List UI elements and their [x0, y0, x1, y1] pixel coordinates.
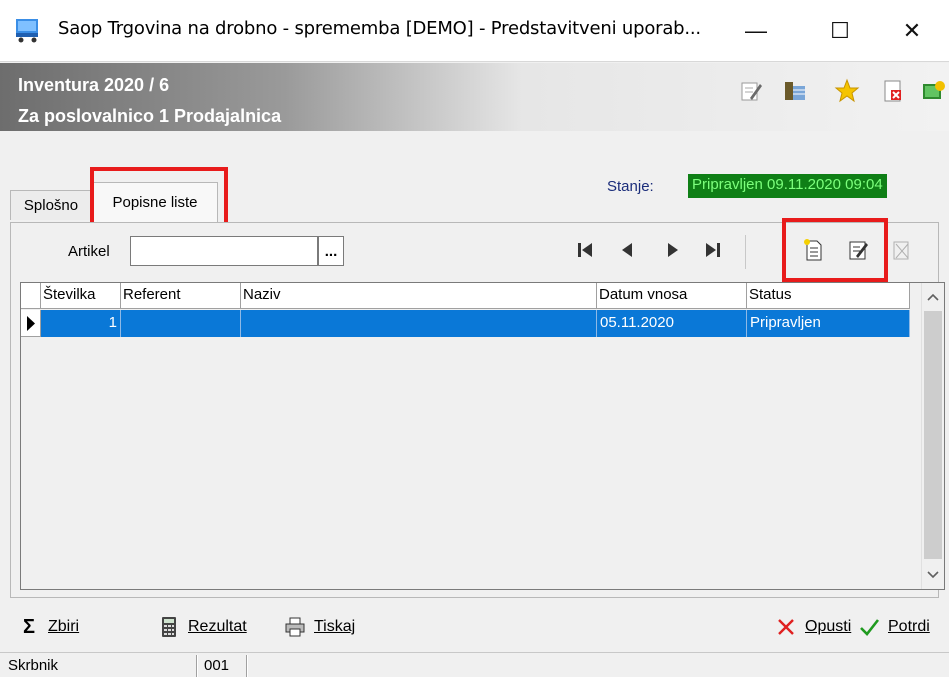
- column-header-stevilka[interactable]: Številka: [41, 283, 121, 309]
- statusbar-separator: [196, 655, 198, 677]
- status-badge: Pripravljen 09.11.2020 09:04: [688, 174, 887, 198]
- calculator-icon: [162, 617, 176, 637]
- zbiri-button[interactable]: Σ Zbiri: [18, 612, 79, 642]
- sigma-icon: Σ: [22, 615, 35, 638]
- potrdi-button[interactable]: Potrdi: [858, 612, 930, 642]
- tab-splosno-label: Splošno: [23, 197, 79, 214]
- tab-popisne-liste-label: Popisne liste: [112, 194, 198, 211]
- next-record-icon[interactable]: [660, 235, 686, 265]
- delete-document-disabled-icon: [893, 241, 909, 260]
- edit-document-icon[interactable]: [845, 236, 871, 264]
- cell-status[interactable]: Pripravljen: [747, 310, 910, 337]
- cell-datum-vnosa[interactable]: 05.11.2020: [597, 310, 747, 337]
- cell-stevilka[interactable]: 1: [41, 310, 121, 337]
- row-pointer-icon: [21, 310, 41, 337]
- potrdi-label: Potrdi: [888, 618, 930, 635]
- column-header-status[interactable]: Status: [747, 283, 910, 309]
- tiskaj-label: Tiskaj: [314, 618, 356, 635]
- rezultat-button[interactable]: Rezultat: [158, 612, 247, 642]
- first-record-icon[interactable]: [572, 235, 598, 265]
- cell-referent[interactable]: [121, 310, 241, 337]
- shopping-cart-icon: [16, 19, 38, 43]
- document-header: Inventura 2020 / 6 Za poslovalnico 1 Pro…: [0, 63, 949, 131]
- current-row-arrow-icon: [27, 316, 35, 331]
- maximize-button[interactable]: ☐: [808, 0, 872, 62]
- tiskaj-button[interactable]: Tiskaj: [284, 612, 355, 642]
- scroll-down-icon[interactable]: [922, 563, 944, 585]
- help-book-icon[interactable]: [920, 78, 946, 104]
- table-view-icon[interactable]: [782, 78, 808, 104]
- last-record-icon[interactable]: [700, 235, 726, 265]
- previous-record-icon[interactable]: [614, 235, 640, 265]
- scroll-up-icon[interactable]: [922, 287, 944, 309]
- statusbar-user: Skrbnik: [8, 657, 59, 674]
- window-title: Saop Trgovina na drobno - sprememba [DEM…: [58, 18, 701, 39]
- scroll-thumb[interactable]: [924, 311, 942, 559]
- edit-note-icon[interactable]: [738, 78, 764, 104]
- close-button[interactable]: ✕: [880, 0, 944, 62]
- rezultat-label: Rezultat: [188, 618, 247, 635]
- artikel-browse-button[interactable]: ...: [318, 236, 344, 266]
- column-header-datum-vnosa[interactable]: Datum vnosa: [597, 283, 747, 309]
- document-subtitle: Za poslovalnico 1 Prodajalnica: [18, 106, 282, 126]
- artikel-input[interactable]: [130, 236, 318, 266]
- new-document-icon[interactable]: [800, 236, 826, 264]
- status-bar: Skrbnik 001: [0, 652, 949, 677]
- opusti-button[interactable]: Opusti: [775, 612, 851, 642]
- toolbar-separator: [745, 235, 746, 269]
- opusti-label: Opusti: [805, 618, 852, 635]
- tab-popisne-liste[interactable]: Popisne liste: [92, 182, 218, 222]
- minimize-button[interactable]: —: [724, 0, 788, 62]
- column-header-naziv[interactable]: Naziv: [241, 283, 597, 309]
- zbiri-label: Zbiri: [48, 618, 80, 635]
- status-label: Stanje:: [607, 178, 654, 195]
- cell-naziv[interactable]: [241, 310, 597, 337]
- title-bar: Saop Trgovina na drobno - sprememba [DEM…: [0, 0, 949, 62]
- row-header-corner: [21, 283, 41, 309]
- statusbar-code: 001: [204, 657, 230, 674]
- column-header-referent[interactable]: Referent: [121, 283, 241, 309]
- document-title: Inventura 2020 / 6: [18, 75, 170, 95]
- vertical-scrollbar[interactable]: [921, 283, 944, 589]
- artikel-label: Artikel: [68, 243, 110, 260]
- statusbar-separator: [246, 655, 248, 677]
- confirm-check-icon: [860, 619, 880, 636]
- tab-splosno[interactable]: Splošno: [10, 190, 92, 220]
- cancel-x-icon: [778, 619, 794, 635]
- popisne-liste-table: Številka Referent Naziv Datum vnosa Stat…: [20, 282, 945, 590]
- delete-document-icon[interactable]: [880, 78, 906, 104]
- printer-icon: [285, 617, 305, 637]
- favorite-star-icon[interactable]: [834, 78, 860, 104]
